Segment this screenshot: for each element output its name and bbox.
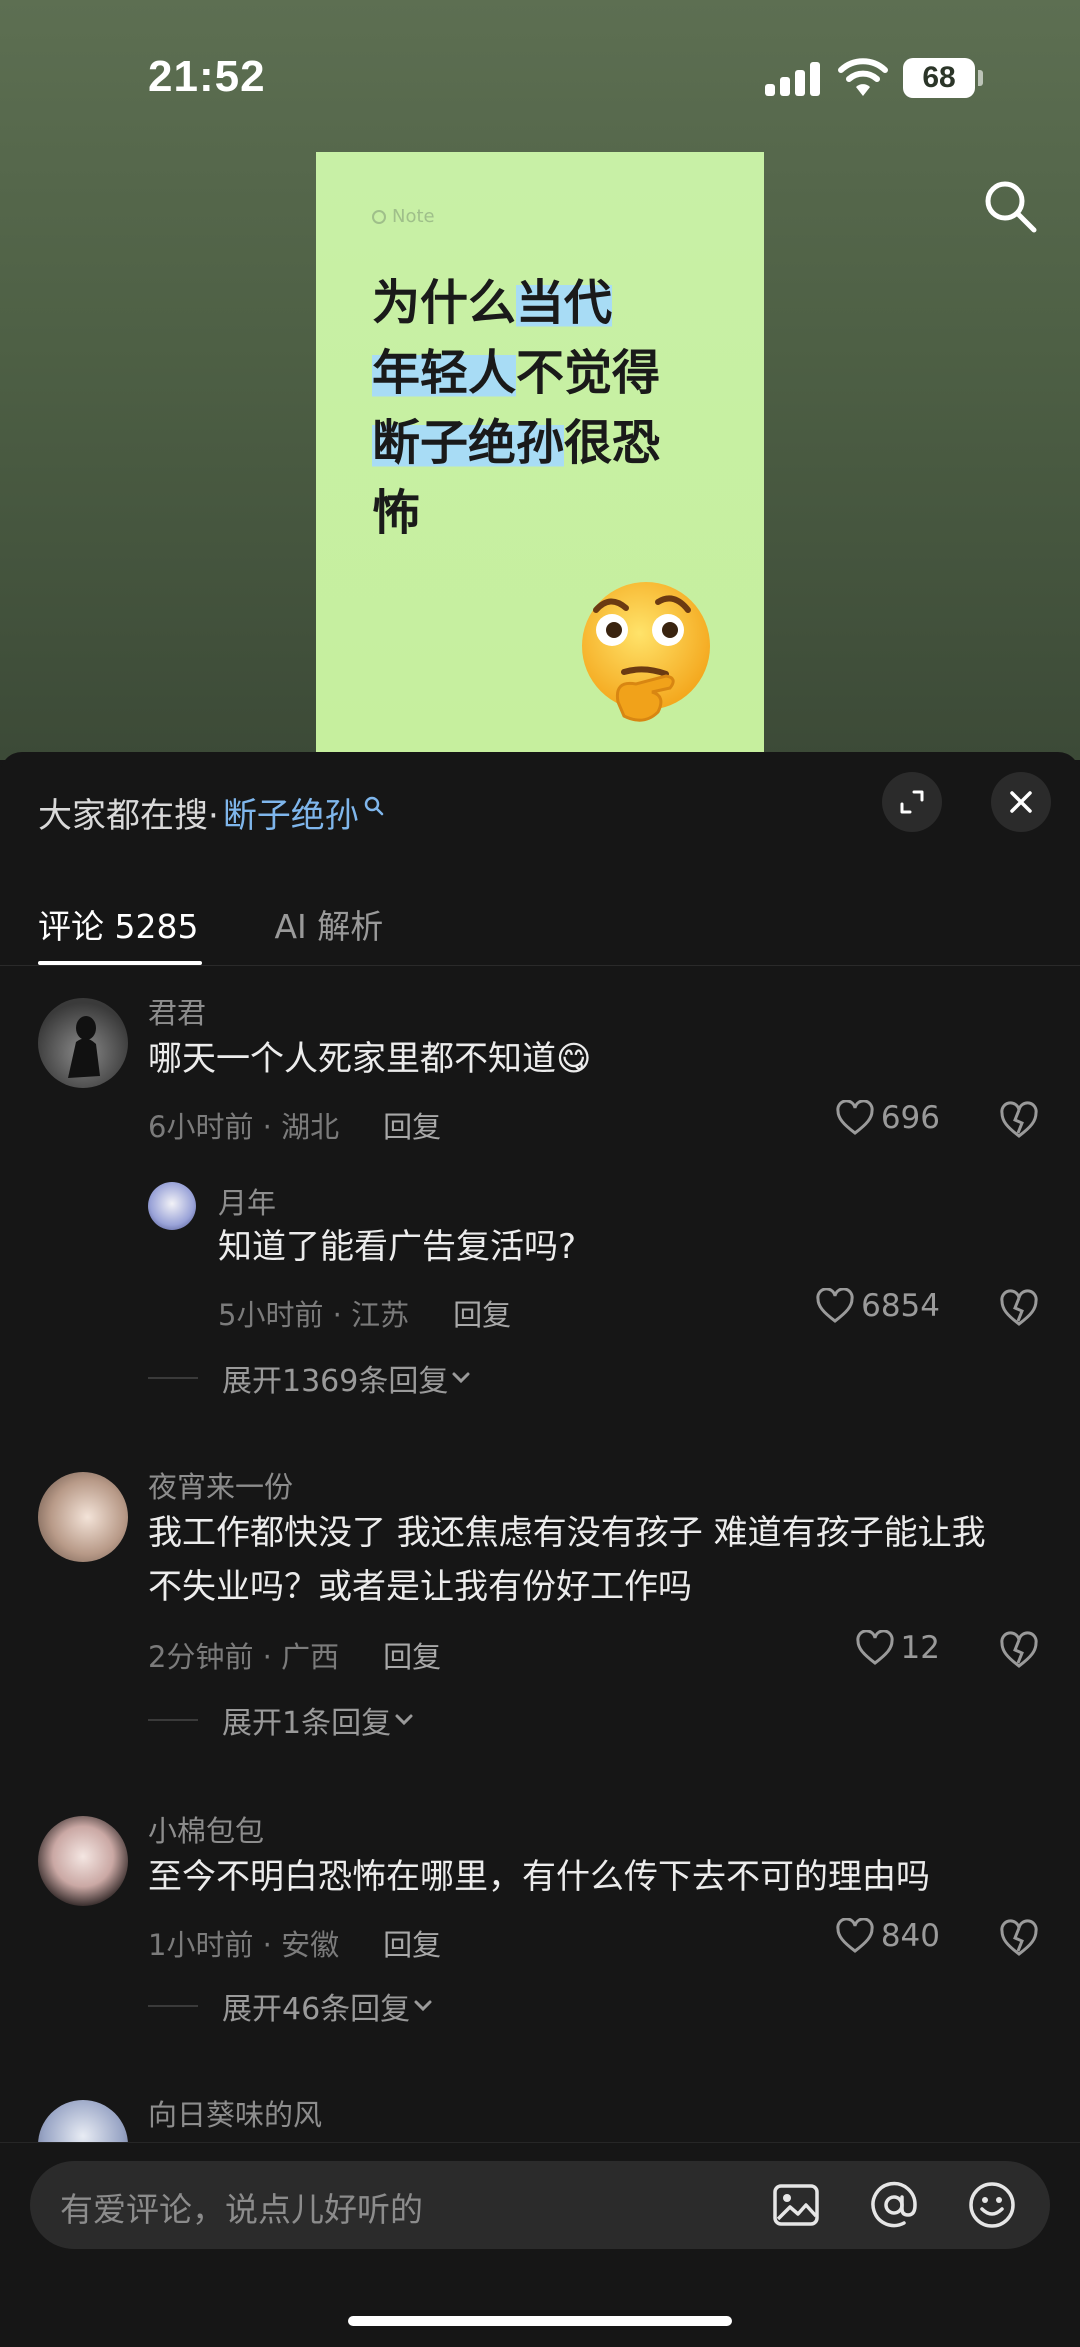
expand-replies-button[interactable]: 展开46条回复 bbox=[148, 1984, 436, 2028]
close-button[interactable] bbox=[991, 772, 1051, 832]
broken-heart-icon[interactable] bbox=[998, 1288, 1040, 1328]
like-button[interactable]: 696 bbox=[835, 1100, 940, 1136]
username[interactable]: 君君 bbox=[148, 990, 206, 1032]
hot-search-prefix: 大家都在搜· bbox=[38, 796, 219, 836]
comment-text: 知道了能看广告复活吗? bbox=[218, 1227, 577, 1267]
reply-button[interactable]: 回复 bbox=[453, 1292, 511, 1334]
search-icon bbox=[364, 796, 384, 815]
battery-level: 68 bbox=[922, 61, 956, 94]
close-icon bbox=[1010, 791, 1032, 813]
username[interactable]: 小棉包包 bbox=[148, 1808, 264, 1850]
note-card[interactable]: Note 为什么当代 年轻人不觉得 断子绝孙很恐 怖 bbox=[316, 152, 764, 752]
chevron-down-icon bbox=[452, 1372, 470, 1384]
avatar-silhouette bbox=[68, 1016, 100, 1078]
time-location: 6小时前 · 湖北 bbox=[148, 1110, 340, 1144]
search-icon[interactable] bbox=[980, 176, 1040, 236]
comment-text-line: 不失业吗？或者是让我有份好工作吗 bbox=[148, 1567, 692, 1607]
expand-replies-label: 展开46条回复 bbox=[222, 1992, 411, 2027]
username[interactable]: 月年 bbox=[218, 1180, 276, 1222]
battery-icon: 68 bbox=[903, 58, 975, 98]
signal-icon bbox=[765, 62, 821, 96]
home-indicator bbox=[348, 2316, 732, 2326]
broken-heart-icon[interactable] bbox=[998, 1100, 1040, 1140]
expand-button[interactable] bbox=[882, 772, 942, 832]
time-location: 2分钟前 · 广西 bbox=[148, 1640, 340, 1674]
reply-button[interactable]: 回复 bbox=[383, 1104, 441, 1146]
username[interactable]: 夜宵来一份 bbox=[148, 1464, 293, 1506]
expand-replies-label: 展开1条回复 bbox=[222, 1706, 392, 1741]
note-title-part: 断子绝孙 bbox=[372, 415, 565, 471]
chevron-down-icon bbox=[414, 2000, 432, 2012]
broken-heart-icon[interactable] bbox=[998, 1630, 1040, 1670]
expand-replies-button[interactable]: 展开1369条回复 bbox=[148, 1356, 474, 1400]
emoji: 😋 bbox=[556, 1039, 592, 1079]
avatar[interactable] bbox=[38, 1816, 128, 1906]
expand-icon bbox=[900, 790, 924, 814]
hot-search-bar[interactable]: 大家都在搜· 断子绝孙 bbox=[38, 788, 385, 837]
image-icon[interactable] bbox=[770, 2179, 822, 2231]
tab-ai-analysis[interactable]: AI 解析 bbox=[274, 900, 383, 948]
like-count: 840 bbox=[880, 1918, 940, 1954]
comment-text-content: 哪天一个人死家里都不知道 bbox=[148, 1039, 556, 1079]
comment-meta: 6小时前 · 湖北 回复 bbox=[148, 1104, 441, 1146]
avatar[interactable] bbox=[148, 1182, 196, 1230]
username[interactable]: 向日葵味的风 bbox=[148, 2092, 322, 2134]
comment-text-line: 我工作都快没了 我还焦虑有没有孩子 难道有孩子能让我 bbox=[148, 1513, 986, 1553]
heart-icon bbox=[855, 1630, 894, 1665]
like-count: 696 bbox=[880, 1100, 940, 1136]
thinking-face-emoji bbox=[582, 582, 710, 722]
expand-replies-button[interactable]: 展开1条回复 bbox=[148, 1698, 417, 1742]
divider bbox=[148, 1719, 198, 1721]
time-location: 1小时前 · 安徽 bbox=[148, 1928, 340, 1962]
expand-replies-label: 展开1369条回复 bbox=[222, 1364, 449, 1399]
avatar[interactable] bbox=[38, 998, 128, 1088]
heart-icon bbox=[836, 1918, 874, 1953]
at-icon[interactable] bbox=[868, 2179, 920, 2231]
like-button[interactable]: 840 bbox=[835, 1918, 940, 1954]
note-dot-icon bbox=[372, 209, 386, 224]
note-title: 为什么当代 年轻人不觉得 断子绝孙很恐 怖 bbox=[372, 268, 732, 548]
like-button[interactable]: 6854 bbox=[815, 1288, 940, 1324]
broken-heart-icon[interactable] bbox=[998, 1918, 1040, 1958]
like-button[interactable]: 12 bbox=[855, 1630, 940, 1666]
status-time: 21:52 bbox=[148, 52, 266, 101]
comment-text: 至今不明白恐怖在哪里，有什么传下去不可的理由吗 bbox=[148, 1857, 930, 1897]
comment-input-placeholder: 有爱评论，说点儿好听的 bbox=[60, 2190, 423, 2229]
note-title-part: 年轻人 bbox=[372, 345, 517, 401]
like-count: 6854 bbox=[861, 1288, 940, 1324]
comment-meta: 1小时前 · 安徽 回复 bbox=[148, 1922, 441, 1964]
heart-icon bbox=[816, 1288, 854, 1323]
avatar[interactable] bbox=[38, 1472, 128, 1562]
emoji-icon[interactable] bbox=[966, 2179, 1018, 2231]
tab-comments[interactable]: 评论 5285 bbox=[38, 900, 198, 948]
comment-text: 我工作都快没了 我还焦虑有没有孩子 难道有孩子能让我 不失业吗？或者是让我有份好… bbox=[148, 1506, 986, 1614]
comment-meta: 5小时前 · 江苏 回复 bbox=[218, 1292, 511, 1334]
note-title-part: 怖 bbox=[372, 485, 421, 541]
status-bar: 21:52 68 bbox=[0, 0, 1080, 150]
note-title-part: 当代 bbox=[516, 275, 613, 331]
tab-bar: 评论 5285 AI 解析 bbox=[38, 900, 383, 948]
divider bbox=[0, 965, 1080, 966]
comment-meta: 2分钟前 · 广西 回复 bbox=[148, 1634, 441, 1676]
comment-panel: 大家都在搜· 断子绝孙 评论 5285 AI 解析 君君 哪天一个人死家里都不知… bbox=[0, 752, 1080, 2347]
heart-icon bbox=[836, 1100, 874, 1135]
note-title-part: 为什么 bbox=[372, 275, 517, 331]
wifi-icon bbox=[838, 58, 888, 96]
battery-tip bbox=[978, 70, 983, 86]
reply-button[interactable]: 回复 bbox=[383, 1922, 441, 1964]
chevron-down-icon bbox=[395, 1714, 413, 1726]
divider bbox=[148, 1377, 198, 1379]
like-count: 12 bbox=[900, 1630, 940, 1666]
note-label: Note bbox=[372, 206, 435, 227]
comment-input[interactable]: 有爱评论，说点儿好听的 bbox=[30, 2161, 1050, 2249]
hot-search-keyword[interactable]: 断子绝孙 bbox=[223, 788, 359, 837]
note-label-text: Note bbox=[392, 206, 435, 227]
note-title-part: 不觉得 bbox=[516, 345, 661, 401]
reply-button[interactable]: 回复 bbox=[383, 1634, 441, 1676]
time-location: 5小时前 · 江苏 bbox=[218, 1298, 410, 1332]
note-title-part: 很恐 bbox=[564, 415, 661, 471]
divider bbox=[148, 2005, 198, 2007]
comment-text: 哪天一个人死家里都不知道😋 bbox=[148, 1032, 591, 1086]
